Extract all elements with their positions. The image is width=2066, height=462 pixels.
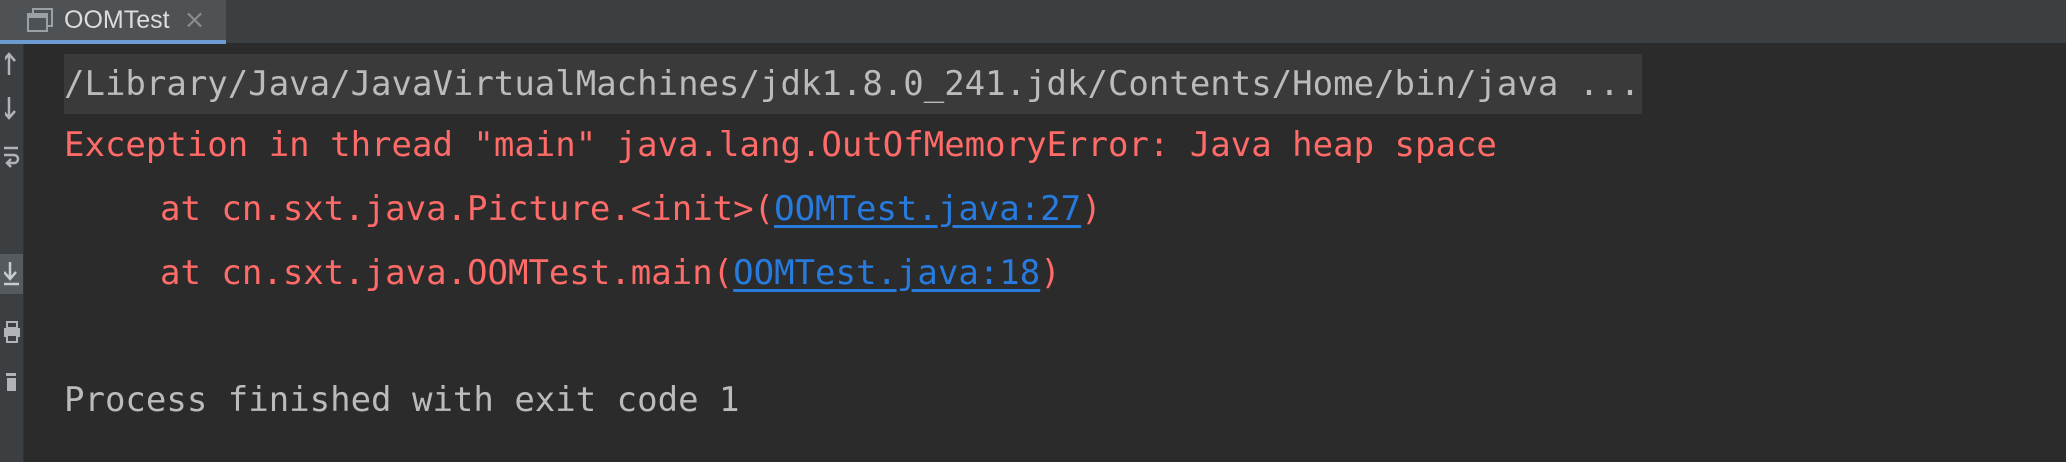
trash-icon[interactable]	[0, 362, 23, 402]
stack-frame-suffix: )	[1081, 189, 1102, 229]
arrow-down-icon[interactable]	[0, 88, 23, 128]
soft-wrap-icon[interactable]	[0, 136, 23, 176]
arrow-up-icon[interactable]	[0, 44, 23, 84]
close-icon[interactable]: ×	[184, 7, 206, 33]
command-line[interactable]: /Library/Java/JavaVirtualMachines/jdk1.8…	[64, 54, 1643, 114]
run-console-window: OOMTest × /Library/Java/JavaVirtualMachi…	[0, 0, 2066, 462]
tab-bar: OOMTest ×	[0, 0, 2066, 44]
source-link[interactable]: OOMTest.java:18	[733, 253, 1040, 293]
stack-frame-2: at cn.sxt.java.OOMTest.main(OOMTest.java…	[160, 243, 1061, 303]
stack-frame-text: at cn.sxt.java.Picture.<init>(	[160, 189, 775, 229]
console-toolbar	[0, 44, 24, 462]
exit-message: Process finished with exit code 1	[64, 380, 740, 420]
stack-frame-suffix: )	[1040, 253, 1061, 293]
source-link[interactable]: OOMTest.java:27	[774, 189, 1081, 229]
exception-message: Exception in thread "main" java.lang.Out…	[64, 125, 1497, 165]
tab-oomtest[interactable]: OOMTest ×	[0, 0, 226, 44]
console-output[interactable]: /Library/Java/JavaVirtualMachines/jdk1.8…	[25, 44, 2066, 462]
stack-frame-text: at cn.sxt.java.OOMTest.main(	[160, 253, 734, 293]
scroll-to-end-icon[interactable]	[0, 254, 23, 294]
stack-frame-1: at cn.sxt.java.Picture.<init>(OOMTest.ja…	[160, 179, 1102, 239]
print-icon[interactable]	[0, 312, 23, 352]
tab-title: OOMTest	[64, 5, 170, 34]
console-window-icon	[26, 7, 54, 33]
